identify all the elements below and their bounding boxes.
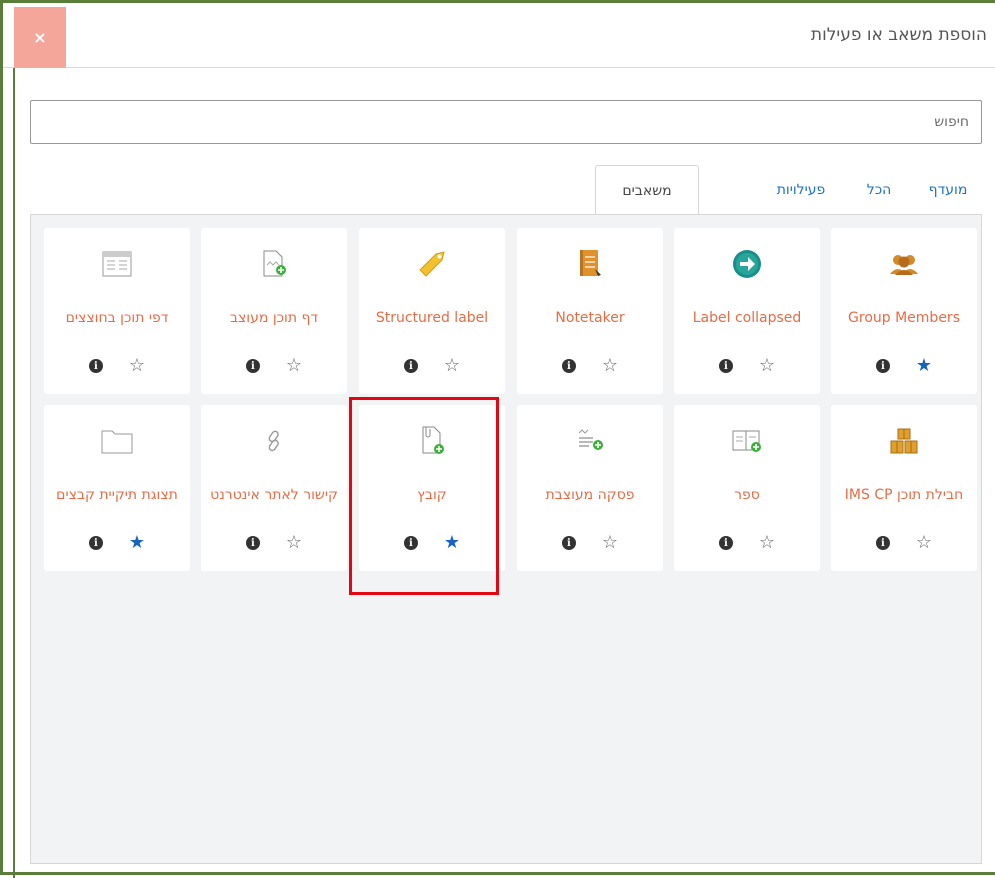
card-label: ספר	[734, 487, 760, 503]
tabbed-pages-icon	[44, 244, 190, 284]
star-icon[interactable]: ☆	[129, 357, 145, 375]
card-notetaker[interactable]: Notetaker i ☆	[517, 228, 663, 394]
info-icon[interactable]: i	[403, 359, 418, 373]
info-icon[interactable]: i	[875, 536, 890, 550]
info-icon[interactable]: i	[245, 536, 260, 550]
card-label-collapsed[interactable]: Label collapsed i ☆	[674, 228, 820, 394]
card-styled-page[interactable]: דף תוכן מעוצב i ☆	[201, 228, 347, 394]
page-add-icon	[201, 244, 347, 284]
package-icon	[831, 421, 977, 461]
tab-favorites[interactable]: מועדף	[919, 165, 977, 215]
left-border	[13, 68, 15, 878]
star-icon[interactable]: ☆	[602, 534, 618, 552]
card-label: קישור לאתר אינטרנט	[210, 487, 338, 503]
info-icon[interactable]: i	[718, 536, 733, 550]
card-file[interactable]: קובץ i ★	[359, 405, 505, 571]
star-icon[interactable]: ★	[129, 534, 145, 552]
link-icon	[201, 421, 347, 461]
card-label: תצוגת תיקיית קבצים	[56, 487, 178, 503]
card-label: חבילת תוכן IMS CP	[844, 487, 964, 503]
notebook-icon	[517, 244, 663, 284]
tab-all[interactable]: הכל	[859, 165, 899, 215]
star-icon[interactable]: ★	[444, 534, 460, 552]
card-group-members[interactable]: Group Members i ★	[831, 228, 977, 394]
file-icon	[359, 421, 505, 461]
book-icon	[674, 421, 820, 461]
card-label: Group Members	[848, 310, 960, 326]
star-icon[interactable]: ☆	[759, 534, 775, 552]
card-label: Structured label	[375, 310, 489, 326]
info-icon[interactable]: i	[403, 536, 418, 550]
card-folder[interactable]: תצוגת תיקיית קבצים i ★	[44, 405, 190, 571]
star-icon[interactable]: ☆	[759, 357, 775, 375]
group-icon	[831, 244, 977, 284]
card-label: פסקה מעוצבת	[545, 487, 635, 503]
card-label: Label collapsed	[692, 310, 802, 326]
modal-dialog: × הוספת משאב או פעילות מועדף הכל פעילויו…	[0, 0, 995, 878]
star-icon[interactable]: ☆	[916, 534, 932, 552]
card-url[interactable]: קישור לאתר אינטרנט i ☆	[201, 405, 347, 571]
info-icon[interactable]: i	[245, 359, 260, 373]
card-book[interactable]: ספר i ☆	[674, 405, 820, 571]
info-icon[interactable]: i	[718, 359, 733, 373]
tag-icon	[359, 244, 505, 284]
arrow-circle-icon	[674, 244, 820, 284]
card-tabbed-pages[interactable]: דפי תוכן בחוצצים i ☆	[44, 228, 190, 394]
resources-panel: Group Members i ★ Label collapsed i ☆ No…	[30, 214, 982, 864]
card-label: קובץ	[417, 487, 447, 503]
card-styled-paragraph[interactable]: פסקה מעוצבת i ☆	[517, 405, 663, 571]
info-icon[interactable]: i	[875, 359, 890, 373]
star-icon[interactable]: ☆	[444, 357, 460, 375]
folder-icon	[44, 421, 190, 461]
modal-title: הוספת משאב או פעילות	[810, 25, 987, 45]
info-icon[interactable]: i	[88, 359, 103, 373]
card-label: Notetaker	[555, 310, 625, 326]
paragraph-icon	[517, 421, 663, 461]
card-ims-package[interactable]: חבילת תוכן IMS CP i ☆	[831, 405, 977, 571]
star-icon[interactable]: ★	[916, 357, 932, 375]
modal-header: × הוספת משאב או פעילות	[3, 3, 995, 68]
info-icon[interactable]: i	[88, 536, 103, 550]
card-structured-label[interactable]: Structured label i ☆	[359, 228, 505, 394]
tab-activities[interactable]: פעילויות	[765, 165, 837, 215]
info-icon[interactable]: i	[561, 536, 576, 550]
star-icon[interactable]: ☆	[286, 534, 302, 552]
card-label: דף תוכן מעוצב	[229, 310, 319, 326]
search-input[interactable]	[30, 100, 982, 144]
star-icon[interactable]: ☆	[602, 357, 618, 375]
close-button[interactable]: ×	[14, 7, 66, 68]
tab-resources[interactable]: משאבים	[595, 165, 699, 216]
info-icon[interactable]: i	[561, 359, 576, 373]
star-icon[interactable]: ☆	[286, 357, 302, 375]
close-icon: ×	[33, 28, 47, 47]
card-label: דפי תוכן בחוצצים	[65, 310, 169, 326]
